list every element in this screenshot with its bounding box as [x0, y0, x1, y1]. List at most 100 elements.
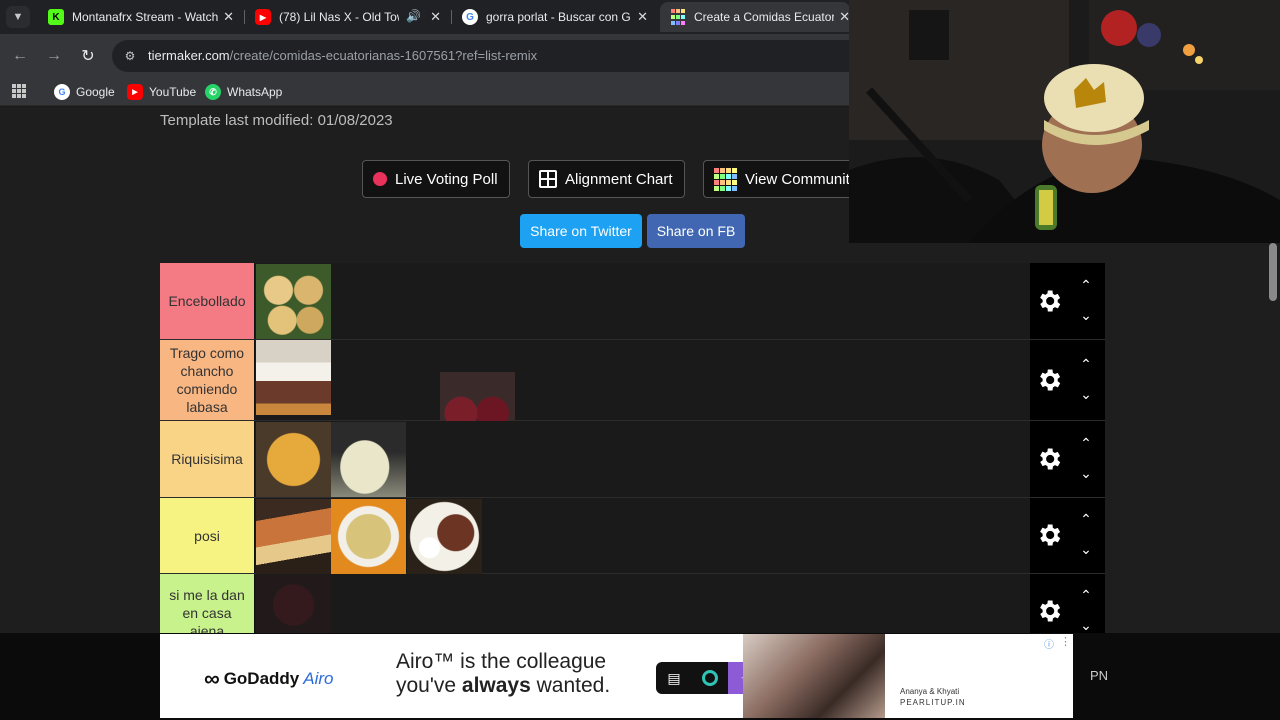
webcam-overlay [849, 0, 1280, 243]
food-image-llapingachos[interactable] [256, 422, 331, 497]
tier-label[interactable]: posi [160, 498, 255, 573]
move-up-chevron-icon[interactable]: ⌃ [1075, 587, 1097, 603]
ad-headline-line1: Airo™ is the colleague [396, 650, 607, 673]
forward-arrow-icon[interactable]: → [44, 46, 64, 66]
tab-title: Montanafrx Stream - Watch [72, 10, 219, 24]
food-image-dark[interactable] [256, 575, 331, 634]
side-label: PN [1090, 668, 1109, 683]
food-image-humitas[interactable] [331, 422, 406, 497]
food-image-churrasco[interactable] [407, 499, 482, 574]
tab-search-chevron-icon[interactable]: ▼ [6, 6, 30, 28]
ad-headline-line2: you've always wanted. [396, 674, 611, 697]
tier-controls: ⌃ ⌄ [1030, 498, 1105, 573]
window-icon: ▤ [667, 669, 681, 686]
apps-grid-icon[interactable] [12, 84, 26, 98]
gear-icon[interactable] [1034, 365, 1064, 395]
move-up-chevron-icon[interactable]: ⌃ [1075, 435, 1097, 451]
record-dot-icon [373, 172, 387, 186]
tier-controls: ⌃ ⌄ [1030, 263, 1105, 339]
tier-row: si me la dan en casa ajena ⌃ ⌄ [160, 574, 1105, 634]
bookmark-youtube[interactable]: ▶ YouTube [127, 83, 196, 101]
webcam-image [849, 0, 1280, 243]
google-icon: G [54, 84, 70, 100]
move-down-chevron-icon[interactable]: ⌄ [1075, 386, 1097, 402]
tier-label[interactable]: Trago como chancho comiendo labasa [160, 340, 255, 420]
close-icon[interactable]: ✕ [430, 9, 441, 25]
ad-credit: Ananya & Khyati PEARLITUP.IN [900, 687, 966, 707]
button-label: View Community [745, 170, 858, 188]
gear-icon[interactable] [1034, 444, 1064, 474]
move-down-chevron-icon[interactable]: ⌄ [1075, 307, 1097, 323]
gear-icon[interactable] [1034, 520, 1064, 550]
template-modified-text: Template last modified: 01/08/2023 [160, 112, 393, 129]
move-up-chevron-icon[interactable]: ⌃ [1075, 511, 1097, 527]
reload-icon[interactable]: ↻ [78, 46, 98, 66]
youtube-icon: ▶ [255, 9, 271, 25]
tab-lil-nas-x[interactable]: ▶ (78) Lil Nas X - Old Town 🔊 ✕ [245, 2, 451, 32]
gear-icon[interactable] [1034, 286, 1064, 316]
godaddy-logo: ∞ GoDaddy Airo [204, 666, 333, 692]
tier-row: Encebollado ⌃ ⌄ [160, 263, 1105, 340]
tab-gorra-porlat[interactable]: G gorra porlat - Buscar con Go ✕ [452, 2, 658, 32]
button-label: Alignment Chart [565, 170, 673, 188]
tiermaker-icon [670, 9, 686, 25]
bookmark-label: Google [76, 85, 115, 99]
ad-menu-icon[interactable]: ⋮ [1060, 635, 1071, 648]
speaker-icon[interactable]: 🔊 [406, 9, 421, 23]
bookmark-label: WhatsApp [227, 85, 283, 99]
button-label: Live Voting Poll [395, 170, 498, 188]
tier-controls: ⌃ ⌄ [1030, 421, 1105, 497]
tier-controls: ⌃ ⌄ [1030, 340, 1105, 420]
tier-row: Trago como chancho comiendo labasa ⌃ ⌄ [160, 340, 1105, 447]
ad-photo [743, 634, 885, 718]
tier-row: Riquisisima ⌃ ⌄ [160, 421, 1105, 498]
close-icon[interactable]: ✕ [637, 9, 648, 25]
site-info-icon[interactable]: ⚙ [122, 48, 138, 64]
close-icon[interactable]: ✕ [223, 9, 234, 25]
tab-title: (78) Lil Nas X - Old Town [279, 10, 399, 24]
move-down-chevron-icon[interactable]: ⌄ [1075, 465, 1097, 481]
food-image-sanduche[interactable] [256, 499, 331, 574]
move-down-chevron-icon[interactable]: ⌄ [1075, 617, 1097, 633]
advertisement[interactable]: ∞ GoDaddy Airo Airo™ is the colleague yo… [160, 634, 1073, 718]
brand-name: GoDaddy [223, 669, 300, 688]
food-image-bolones[interactable] [256, 264, 331, 339]
brand-product: Airo [303, 669, 334, 688]
bookmark-label: YouTube [149, 85, 197, 99]
share-fb-button[interactable]: Share on FB [647, 214, 745, 248]
tab-comidas-ecuatorianas[interactable]: Create a Comidas Ecuatorian ✕ [660, 2, 850, 32]
ad-info-icon[interactable]: ⓘ [1044, 636, 1054, 651]
community-grid-icon [714, 167, 737, 191]
grid-icon [539, 170, 557, 188]
back-arrow-icon[interactable]: ← [10, 46, 30, 66]
kick-icon: K [48, 9, 64, 25]
tab-title: Create a Comidas Ecuatorian [694, 10, 834, 24]
bookmark-whatsapp[interactable]: ✆ WhatsApp [205, 83, 282, 101]
alignment-chart-button[interactable]: Alignment Chart [528, 160, 685, 198]
move-up-chevron-icon[interactable]: ⌃ [1075, 277, 1097, 293]
whatsapp-icon: ✆ [205, 84, 221, 100]
move-up-chevron-icon[interactable]: ⌃ [1075, 356, 1097, 372]
food-image-locro[interactable] [331, 499, 406, 574]
view-community-button[interactable]: View Community [703, 160, 863, 198]
bookmark-google[interactable]: G Google [54, 83, 115, 101]
google-icon: G [462, 9, 478, 25]
url-text[interactable]: tiermaker.com/create/comidas-ecuatoriana… [148, 48, 537, 63]
page-scrollbar[interactable] [1266, 243, 1280, 633]
gear-icon[interactable] [1034, 596, 1064, 626]
move-down-chevron-icon[interactable]: ⌄ [1075, 541, 1097, 557]
tab-title: gorra porlat - Buscar con Go [486, 10, 631, 24]
youtube-icon: ▶ [127, 84, 143, 100]
godaddy-logo-icon: ∞ [204, 666, 220, 691]
food-image-seco[interactable] [256, 340, 331, 415]
tier-label[interactable]: Encebollado [160, 263, 255, 339]
tier-label[interactable]: si me la dan en casa ajena [160, 574, 255, 634]
tier-controls: ⌃ ⌄ [1030, 574, 1105, 634]
scrollbar-thumb[interactable] [1269, 243, 1277, 301]
ad-headline: Airo™ is the colleague you've always wan… [396, 650, 610, 698]
live-voting-poll-button[interactable]: Live Voting Poll [362, 160, 510, 198]
color-ring-icon [692, 662, 728, 694]
tab-montanafrx[interactable]: K Montanafrx Stream - Watch ✕ [38, 2, 244, 32]
tier-label[interactable]: Riquisisima [160, 421, 255, 497]
share-twitter-button[interactable]: Share on Twitter [520, 214, 642, 248]
